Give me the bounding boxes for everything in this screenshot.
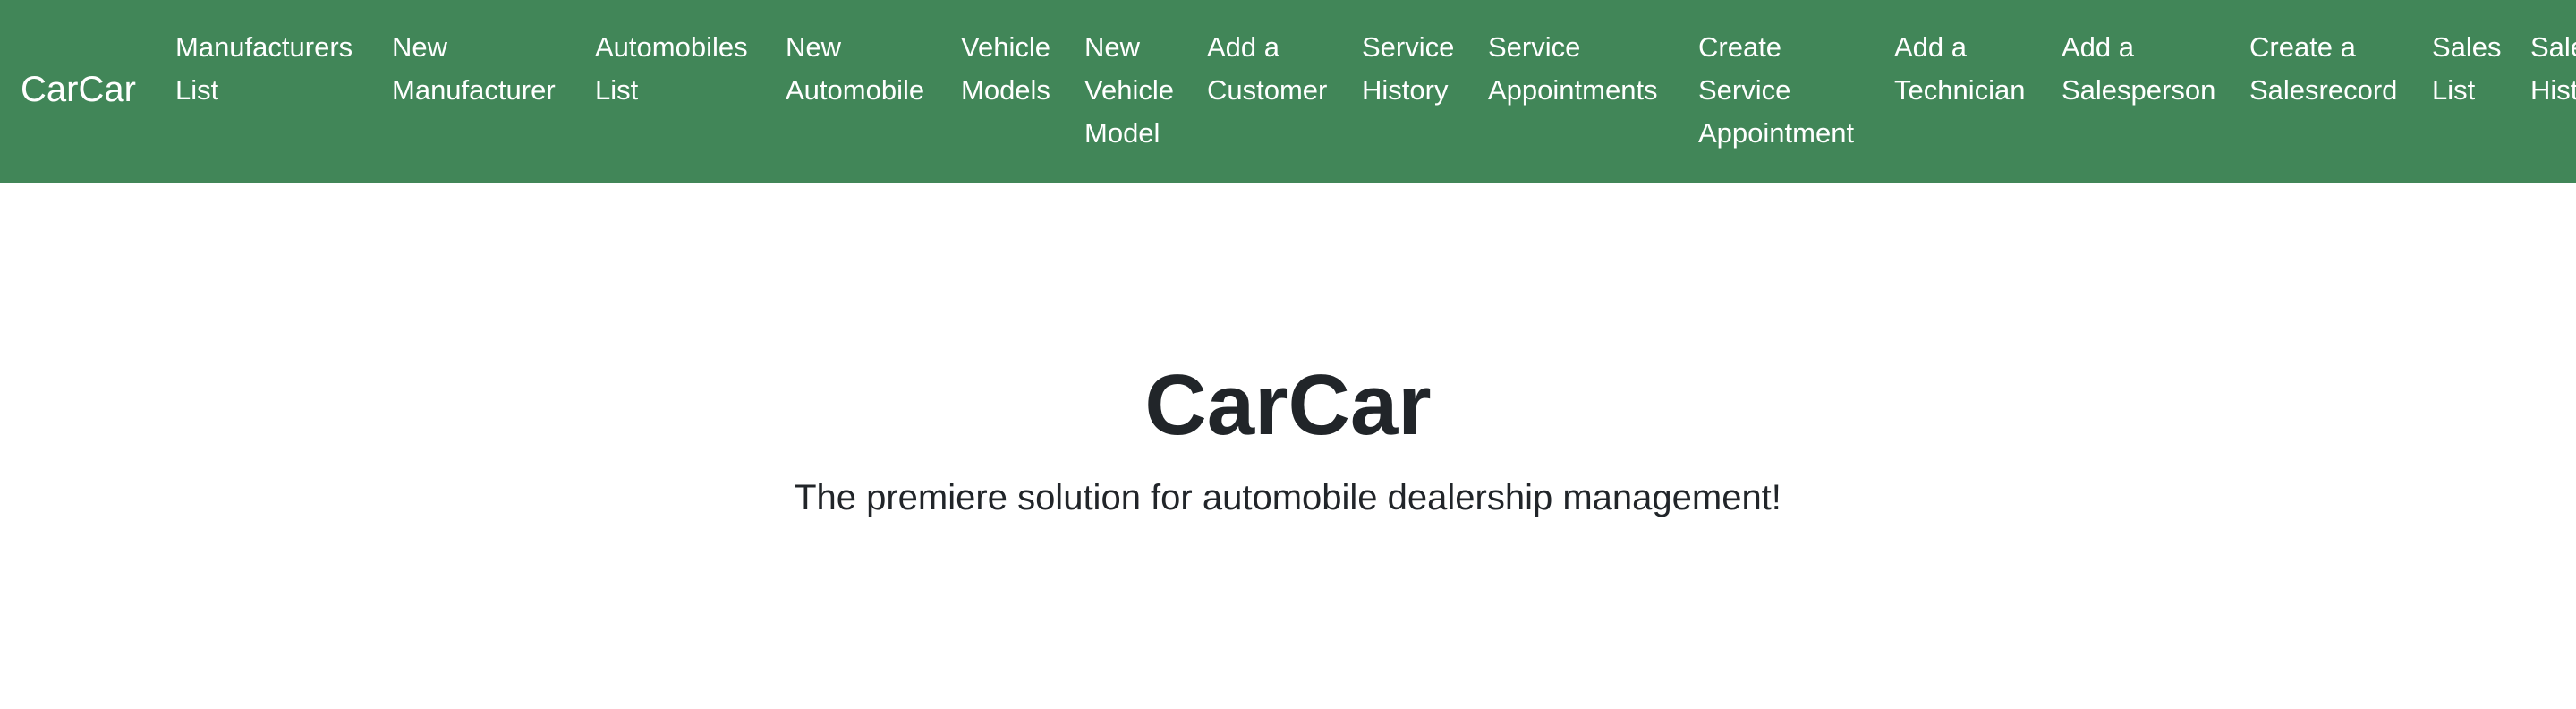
nav-item-service-history: Service History [1362,26,1454,112]
nav-link-add-salesperson[interactable]: Add a Salesperson [2062,26,2215,112]
nav-item-service-appointments: Service Appointments [1488,26,1658,112]
nav-item-create-salesrecord: Create a Salesrecord [2249,26,2397,112]
nav-item-sales-history: Sales History [2530,26,2576,112]
nav-link-sales-list[interactable]: Sales List [2432,26,2502,112]
hero-section: CarCar The premiere solution for automob… [0,183,2576,709]
nav-link-automobiles-list[interactable]: Automobiles List [595,26,748,112]
nav-link-new-automobile[interactable]: New Automobile [786,26,924,112]
nav-item-vehicle-models: Vehicle Models [961,26,1050,112]
nav-link-service-appointments[interactable]: Service Appointments [1488,26,1658,112]
nav-item-add-salesperson: Add a Salesperson [2062,26,2215,112]
nav-link-add-technician[interactable]: Add a Technician [1894,26,2025,112]
nav-item-new-manufacturer: New Manufacturer [392,26,556,112]
nav-link-new-manufacturer[interactable]: New Manufacturer [392,26,556,112]
nav-link-manufacturers-list[interactable]: Manufacturers List [175,26,353,112]
nav-link-new-vehicle-model[interactable]: New Vehicle Model [1084,26,1174,155]
nav-item-new-automobile: New Automobile [786,26,924,112]
page-title: CarCar [1144,357,1432,453]
nav-item-new-vehicle-model: New Vehicle Model [1084,26,1174,155]
nav-link-sales-history[interactable]: Sales History [2530,26,2576,112]
nav-link-service-history[interactable]: Service History [1362,26,1454,112]
hero-lead-text: The premiere solution for automobile dea… [795,478,1781,517]
top-navbar: CarCar Manufacturers List New Manufactur… [0,0,2576,183]
nav-link-add-customer[interactable]: Add a Customer [1207,26,1327,112]
nav-item-add-technician: Add a Technician [1894,26,2025,112]
nav-item-add-customer: Add a Customer [1207,26,1327,112]
nav-item-sales-list: Sales List [2432,26,2502,112]
nav-link-create-service-appointment[interactable]: Create Service Appointment [1698,26,1854,155]
nav-item-manufacturers-list: Manufacturers List [175,26,353,112]
nav-item-automobiles-list: Automobiles List [595,26,748,112]
nav-link-vehicle-models[interactable]: Vehicle Models [961,26,1050,112]
brand-link[interactable]: CarCar [21,64,136,115]
nav-item-create-service-appointment: Create Service Appointment [1698,26,1854,155]
nav-link-create-salesrecord[interactable]: Create a Salesrecord [2249,26,2397,112]
